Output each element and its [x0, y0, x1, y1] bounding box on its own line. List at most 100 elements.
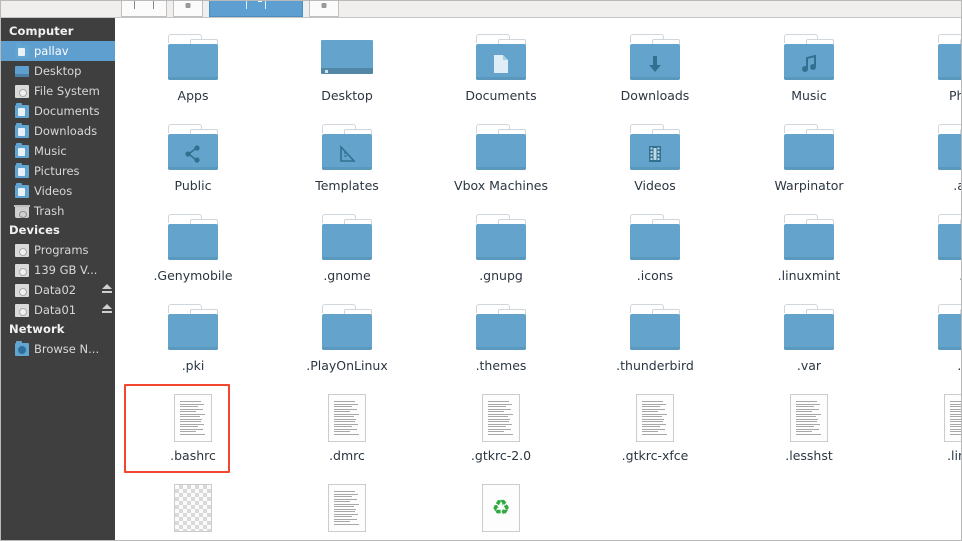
- back-button[interactable]: [121, 1, 167, 17]
- folder-icon: [318, 124, 376, 172]
- folder-icon: [780, 124, 838, 172]
- sidebar-item-label: Data02: [34, 283, 77, 297]
- location-tab-active[interactable]: [209, 1, 303, 17]
- file-item[interactable]: Apps: [116, 28, 270, 118]
- file-item[interactable]: .dmrc: [270, 388, 424, 478]
- sidebar-item-pallav[interactable]: pallav: [1, 41, 115, 61]
- file-item[interactable]: .lesshst: [732, 388, 886, 478]
- file-item-label: Templates: [315, 178, 379, 193]
- file-item[interactable]: Phot: [886, 28, 961, 118]
- file-item[interactable]: .Genymobile: [116, 208, 270, 298]
- icon-grid-row: Apps Desktop Documents Downloads Music Phot: [116, 28, 961, 118]
- file-item[interactable]: .bashrc: [116, 384, 270, 478]
- file-item-label: Public: [174, 178, 212, 193]
- file-item[interactable]: .linss: [886, 388, 961, 478]
- drive-icon: [15, 283, 29, 297]
- folder-icon: [934, 304, 961, 352]
- document-emblem-icon: [492, 54, 510, 74]
- file-item-label: Warpinator: [774, 178, 844, 193]
- sidebar-item-programs[interactable]: Programs: [1, 240, 115, 260]
- file-item[interactable]: .l: [886, 208, 961, 298]
- file-item-label: .dmrc: [329, 448, 365, 463]
- sidebar-item-label: 139 GB V...: [34, 263, 98, 277]
- drive-icon: [15, 263, 29, 277]
- file-item[interactable]: Desktop: [270, 28, 424, 118]
- file-list-pane[interactable]: Apps Desktop Documents Downloads Music Phot Pu…: [116, 18, 961, 540]
- file-item[interactable]: .linuxmint: [732, 208, 886, 298]
- folder-icon: [318, 304, 376, 352]
- file-item[interactable]: Music: [732, 28, 886, 118]
- text-document-icon: [174, 394, 212, 442]
- folder-icon: [164, 214, 222, 262]
- sidebar-item-videos[interactable]: Videos: [1, 181, 115, 201]
- file-item[interactable]: Warpinator: [732, 118, 886, 208]
- text-document-icon: [328, 394, 366, 442]
- file-item-label: .bashrc: [170, 448, 216, 463]
- file-item[interactable]: .v: [886, 298, 961, 388]
- forward-button[interactable]: [173, 1, 203, 17]
- file-item[interactable]: .pki: [116, 298, 270, 388]
- file-item-label: .Genymobile: [153, 268, 233, 283]
- drive-icon: [15, 243, 29, 257]
- file-item[interactable]: .an: [886, 118, 961, 208]
- file-item[interactable]: .Xauthority: [116, 478, 270, 540]
- folder-icon: [164, 304, 222, 352]
- file-item-label: .lesshst: [785, 448, 833, 463]
- file-item-label: Music: [791, 88, 827, 103]
- sidebar-item-desktop[interactable]: Desktop: [1, 61, 115, 81]
- file-item[interactable]: Downloads: [578, 28, 732, 118]
- sidebar-item-file-system[interactable]: File System: [1, 81, 115, 101]
- text-document-icon: [328, 484, 366, 532]
- file-item[interactable]: .gtkrc-xfce: [578, 388, 732, 478]
- file-item[interactable]: Templates: [270, 118, 424, 208]
- sidebar-item-trash[interactable]: Trash: [1, 201, 115, 221]
- folder-glyph-light-icon: [246, 1, 266, 9]
- icon-grid-row: Public Templates Vbox Machines Videos Warpin…: [116, 118, 961, 208]
- sidebar-item-label: Programs: [34, 243, 89, 257]
- file-item[interactable]: .thunderbird: [578, 298, 732, 388]
- file-item[interactable]: Vbox Machines: [424, 118, 578, 208]
- dot-glyph-icon: [321, 3, 327, 8]
- sidebar-header-network: Network: [9, 322, 65, 336]
- text-document-icon: [636, 394, 674, 442]
- videos-folder-icon: [15, 182, 29, 198]
- file-item[interactable]: .gnupg: [424, 208, 578, 298]
- sidebar-item-data02[interactable]: Data02: [1, 280, 115, 300]
- file-item[interactable]: .PlayOnLinux: [270, 298, 424, 388]
- sidebar-item-documents[interactable]: Documents: [1, 101, 115, 121]
- sidebar-item-139-gb-v[interactable]: 139 GB V...: [1, 260, 115, 280]
- file-item-label: Vbox Machines: [454, 178, 548, 193]
- sidebar-item-music[interactable]: Music: [1, 141, 115, 161]
- folder-icon: [164, 34, 222, 82]
- sidebar-item-label: Data01: [34, 303, 77, 317]
- folder-icon: [472, 124, 530, 172]
- sidebar-item-browse-n[interactable]: Browse N...: [1, 339, 115, 359]
- sidebar[interactable]: Computer pallav Desktop File System Document…: [1, 18, 115, 540]
- folder-icon: [164, 124, 222, 172]
- sidebar-item-data01[interactable]: Data01: [1, 300, 115, 320]
- file-item[interactable]: .icons: [578, 208, 732, 298]
- sidebar-item-label: File System: [34, 84, 100, 98]
- recycle-file-icon: ♻: [482, 484, 520, 532]
- folder-icon: [626, 34, 684, 82]
- sidebar-item-pictures[interactable]: Pictures: [1, 161, 115, 181]
- file-item[interactable]: Documents: [424, 28, 578, 118]
- file-item-label: Downloads: [620, 88, 690, 103]
- file-item[interactable]: .gnome: [270, 208, 424, 298]
- file-item[interactable]: .var: [732, 298, 886, 388]
- toolbar: [1, 1, 961, 18]
- options-button[interactable]: [309, 1, 339, 17]
- file-item-label: .gtkrc-xfce: [621, 448, 689, 463]
- sidebar-item-downloads[interactable]: Downloads: [1, 121, 115, 141]
- file-item[interactable]: Public: [116, 118, 270, 208]
- file-item[interactable]: .xsession-errors: [270, 478, 424, 540]
- file-item-label: .themes: [475, 358, 527, 373]
- file-item[interactable]: Videos: [578, 118, 732, 208]
- file-item[interactable]: .gtkrc-2.0: [424, 388, 578, 478]
- file-item-label: .an: [953, 178, 961, 193]
- sidebar-item-label: Downloads: [34, 124, 98, 138]
- file-item[interactable]: ♻.xsession-errors.old: [424, 478, 578, 540]
- file-item-label: .pki: [181, 358, 205, 373]
- sidebar-item-label: Pictures: [34, 164, 80, 178]
- file-item[interactable]: .themes: [424, 298, 578, 388]
